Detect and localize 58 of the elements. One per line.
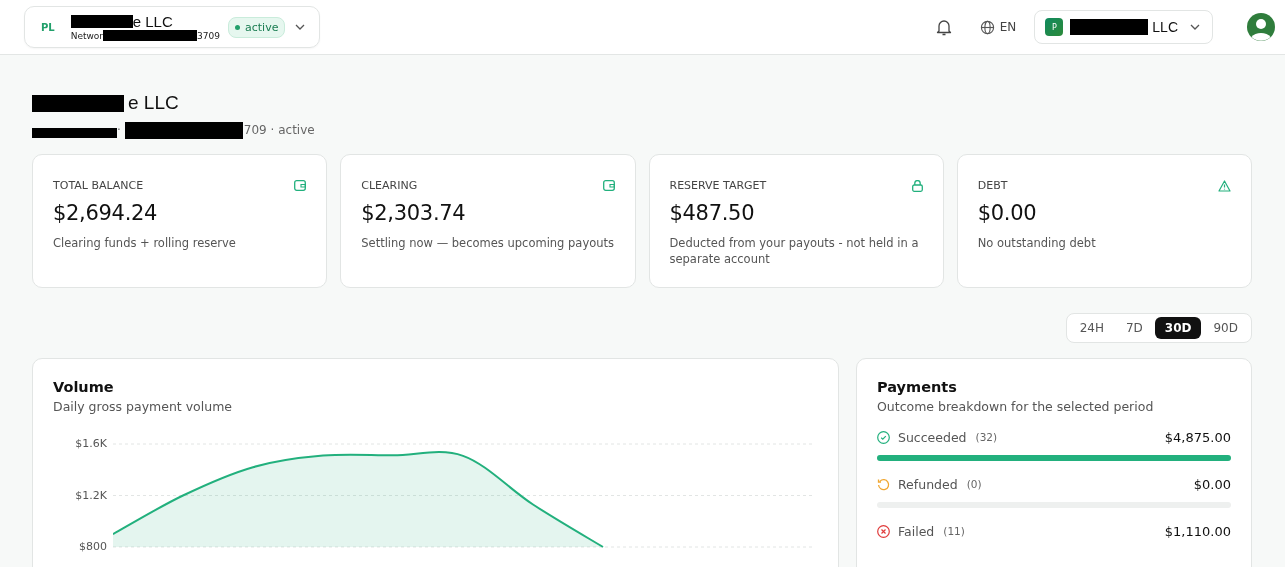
status-badge: active (228, 16, 286, 38)
page-subtitle: · (117, 123, 121, 137)
wallet-icon (602, 180, 615, 191)
merchant-switcher[interactable]: P LLC (1034, 10, 1213, 44)
chevron-down-icon (1190, 24, 1200, 30)
page-subtitle: 709 · active (243, 123, 315, 137)
stat-description: Clearing funds + rolling reserve (53, 235, 237, 251)
check-circle-icon (877, 430, 890, 444)
payment-amount: $4,875.00 (1164, 429, 1231, 445)
notification-bell-icon[interactable] (935, 18, 952, 36)
payment-amount: $0.00 (1193, 476, 1231, 492)
stat-description: Settling now — becomes upcoming payouts (361, 235, 615, 251)
stat-label: DEBT (977, 179, 1008, 192)
merchant-logo: P (1045, 18, 1064, 36)
wallet-icon (294, 180, 307, 191)
lock-icon (911, 179, 923, 192)
user-avatar[interactable] (1247, 13, 1275, 41)
axis-label: $1.6K (75, 437, 107, 450)
payment-status-label: Refunded (898, 476, 958, 492)
redaction-bar (70, 14, 133, 28)
account-initials: PL (41, 21, 55, 33)
period-tab[interactable]: 90D (1203, 317, 1248, 339)
card-subtitle: Outcome breakdown for the selected period (877, 399, 1155, 414)
payment-count: (32) (975, 431, 998, 443)
stat-label: CLEARING (361, 179, 418, 192)
stat-value: $487.50 (669, 201, 756, 225)
x-circle-icon (877, 524, 890, 538)
merchant-name: LLC (1152, 19, 1178, 35)
payment-status-label: Succeeded (898, 429, 967, 445)
period-tab[interactable]: 30D (1154, 317, 1202, 339)
network-id: Networ (70, 29, 104, 42)
chevron-down-icon (295, 24, 306, 30)
account-switcher[interactable]: PL e LLC Networ 3709 active (24, 6, 321, 48)
stat-label: RESERVE TARGET (669, 179, 767, 192)
stat-value: $2,694.24 (53, 201, 159, 225)
undo-circle-icon (877, 477, 890, 491)
stat-description: No outstanding debt (977, 235, 1097, 251)
card-title: Volume (53, 379, 115, 395)
stat-value: $0.00 (977, 201, 1038, 225)
account-name: e LLC (132, 12, 173, 30)
network-id: 3709 (197, 29, 220, 42)
payment-amount: $1,110.00 (1164, 523, 1231, 539)
stat-label: TOTAL BALANCE (53, 179, 144, 192)
stat-value: $2,303.74 (361, 201, 467, 225)
axis-label: $800 (79, 540, 107, 553)
payment-count: (11) (943, 525, 965, 537)
period-tab[interactable]: 24H (1069, 317, 1114, 339)
period-tab[interactable]: 7D (1115, 317, 1153, 339)
axis-label: $1.2K (75, 488, 107, 502)
language-selector[interactable]: EN (979, 19, 1017, 35)
card-subtitle: Daily gross payment volume (53, 399, 233, 414)
warning-icon (1218, 179, 1231, 192)
payment-count: (0) (966, 478, 982, 490)
page-title: e LLC (128, 92, 179, 114)
card-title: Payments (877, 379, 958, 395)
stat-description: Deducted from your payouts - not held in a separate account (669, 235, 920, 267)
globe-icon (979, 19, 995, 35)
payment-status-label: Failed (898, 523, 935, 539)
